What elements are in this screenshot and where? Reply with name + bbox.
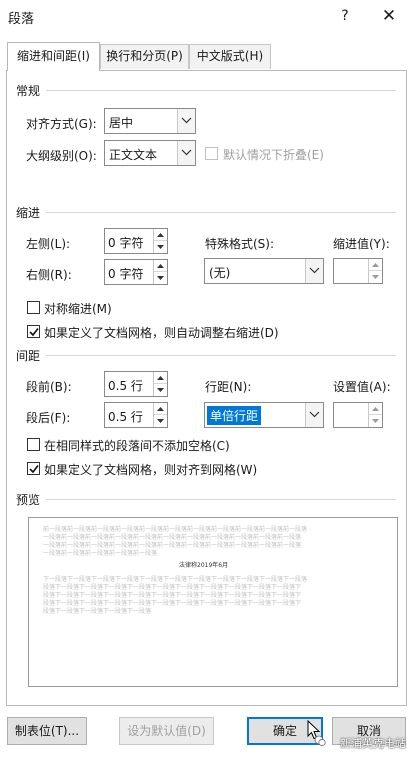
section-spacing-header: 间距 <box>16 349 41 363</box>
indent-left-spinner[interactable]: 0 字符 <box>104 228 168 254</box>
collapse-label: 默认情况下折叠(E) <box>223 148 324 162</box>
alignment-dropdown[interactable]: 居中 <box>104 108 196 134</box>
spacing-after-value: 0.5 行 <box>108 410 143 424</box>
spin-down-icon[interactable] <box>154 415 167 427</box>
special-indent-dropdown[interactable]: (无) <box>204 258 324 284</box>
indent-right-label: 右侧(R): <box>26 268 72 282</box>
no-space-same-style-label: 在相同样式的段落间不添加空格(C) <box>44 439 230 453</box>
line-spacing-label: 行距(N): <box>205 380 252 394</box>
spin-down-icon[interactable] <box>154 272 167 284</box>
section-preview-header: 预览 <box>16 493 41 507</box>
spacing-before-spinner[interactable]: 0.5 行 <box>104 371 168 397</box>
spinner-arrows <box>153 372 167 396</box>
preview-next-line: 段落下一段落下一段落下一段落下一段落下一段落下一段落下一段落下一段落下一段落下一… <box>43 584 302 591</box>
spinner-arrows <box>368 403 382 427</box>
tabs-button[interactable]: 制表位(T)... <box>7 717 87 745</box>
chevron-down-icon[interactable] <box>177 109 195 133</box>
preview-next-line: 段落下一段落下一段落下一段落下一段落下一段落下一段落下一段落下一段落下一段落下一… <box>43 592 302 599</box>
indent-left-value: 0 字符 <box>108 236 144 250</box>
section-indentation-header: 缩进 <box>16 206 41 220</box>
outline-level-dropdown[interactable]: 正文文本 <box>104 140 196 166</box>
paragraph-preview: 前一段落前一段落前一段落前一段落前一段落前一段落前一段落前一段落前一段落前一段落… <box>28 517 398 687</box>
chevron-down-icon[interactable] <box>177 141 195 165</box>
preview-previous-line: 前一段落前一段落前一段落前一段落前一段落前一段落前一段落前一段落前一段落前一段落… <box>43 526 308 533</box>
spinner-arrows <box>368 259 382 283</box>
spin-up-icon[interactable] <box>369 403 382 415</box>
line-spacing-dropdown[interactable]: 单倍行距 <box>204 402 324 428</box>
preview-previous-line: 一段落前一段落前一段落前一段落前一段落前一段落前一段落前一段落前一段落前一段落前… <box>43 534 302 541</box>
spin-up-icon[interactable] <box>154 403 167 415</box>
spin-down-icon[interactable] <box>154 241 167 253</box>
preview-next-line: 段落下一段落下一段落下一段落下一段落 <box>43 608 152 615</box>
spinner-arrows <box>153 403 167 427</box>
spacing-after-label: 段后(F): <box>26 411 71 425</box>
mirror-indents-checkbox[interactable] <box>27 301 40 314</box>
set-as-default-button[interactable]: 设为默认值(D) <box>119 717 214 745</box>
spacing-at-label: 设置值(A): <box>333 380 391 394</box>
close-button[interactable]: ✕ <box>378 6 400 26</box>
spin-up-icon[interactable] <box>154 260 167 272</box>
indent-left-label: 左侧(L): <box>26 237 71 251</box>
indent-by-spinner[interactable] <box>333 258 383 284</box>
dialog-title: 段落 <box>8 12 35 27</box>
tab-asian-typography[interactable]: 中文版式(H) <box>189 44 271 69</box>
outline-level-label: 大纲级别(O): <box>26 149 97 163</box>
spin-up-icon[interactable] <box>369 259 382 271</box>
chevron-down-icon[interactable] <box>305 259 323 283</box>
spacing-at-spinner[interactable] <box>333 402 383 428</box>
wechat-icon <box>314 735 326 747</box>
paragraph-dialog: 段落 ? ✕ 缩进和间距(I) 换行和分页(P) 中文版式(H) 常规 对齐方式… <box>0 0 415 758</box>
spacing-before-label: 段前(B): <box>26 380 72 394</box>
collapse-checkbox[interactable] <box>205 147 218 160</box>
chevron-down-icon[interactable] <box>305 403 323 427</box>
section-divider <box>46 212 396 213</box>
section-divider <box>46 355 396 356</box>
tab-indents-spacing[interactable]: 缩进和间距(I) <box>7 42 100 71</box>
spin-down-icon[interactable] <box>369 415 382 427</box>
tab-line-page-breaks[interactable]: 换行和分页(P) <box>100 44 189 69</box>
indent-right-spinner[interactable]: 0 字符 <box>104 259 168 285</box>
spin-up-icon[interactable] <box>154 229 167 241</box>
line-spacing-value: 单倍行距 <box>207 406 262 425</box>
help-button[interactable]: ? <box>335 6 355 26</box>
section-general-header: 常规 <box>16 84 41 98</box>
indent-by-label: 缩进值(Y): <box>333 237 390 251</box>
spin-up-icon[interactable] <box>154 372 167 384</box>
preview-next-line: 段落下一段落下一段落下一段落下一段落下一段落下一段落下一段落下一段落下一段落下一… <box>43 600 302 607</box>
preview-previous-line: 一段落前一段落前一段落前一段落前一段落 <box>43 550 158 557</box>
spinner-arrows <box>153 260 167 284</box>
spin-down-icon[interactable] <box>154 384 167 396</box>
spin-down-icon[interactable] <box>369 271 382 283</box>
preview-sample-text: 法律称2019年6月 <box>179 562 229 569</box>
special-indent-label: 特殊格式(S): <box>205 237 275 251</box>
alignment-label: 对齐方式(G): <box>26 117 97 131</box>
spinner-arrows <box>153 229 167 253</box>
alignment-value: 居中 <box>109 116 134 130</box>
watermark-text: 新浦英克电站 <box>340 737 406 750</box>
spacing-before-value: 0.5 行 <box>108 379 143 393</box>
snap-to-grid-checkbox[interactable] <box>27 462 40 475</box>
special-indent-value: (无) <box>209 266 231 280</box>
section-divider <box>46 499 396 500</box>
outline-level-value: 正文文本 <box>109 148 158 162</box>
snap-to-grid-label: 如果定义了文档网格，则对齐到网格(W) <box>44 463 258 477</box>
spacing-after-spinner[interactable]: 0.5 行 <box>104 402 168 428</box>
preview-previous-line: 一段落前一段落前一段落前一段落前一段落前一段落前一段落前一段落前一段落前一段落前… <box>43 542 302 549</box>
auto-adjust-indent-label: 如果定义了文档网格，则自动调整右缩进(D) <box>44 326 279 340</box>
no-space-same-style-checkbox[interactable] <box>27 438 40 451</box>
indent-right-value: 0 字符 <box>108 267 144 281</box>
preview-next-line: 下一段落下一段落下一段落下一段落下一段落下一段落下一段落下一段落下一段落下一段落… <box>43 576 308 583</box>
title-bar: 段落 ? ✕ <box>0 0 415 32</box>
section-divider <box>46 90 396 91</box>
auto-adjust-indent-checkbox[interactable] <box>27 325 40 338</box>
mirror-indents-label: 对称缩进(M) <box>44 302 112 316</box>
